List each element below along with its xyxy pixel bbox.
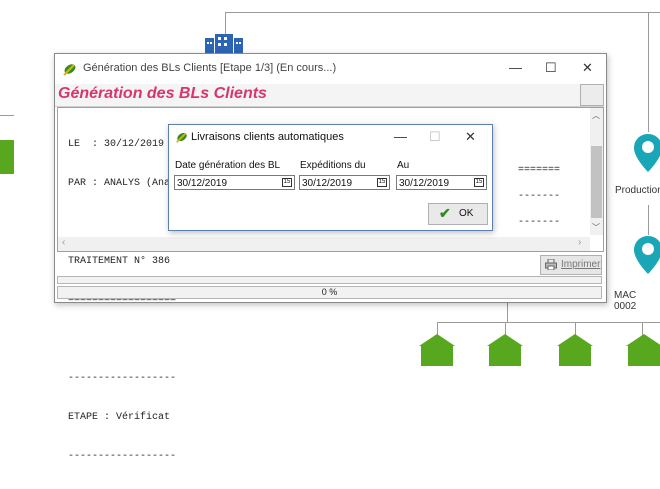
expeditions-du-value: 30/12/2019 xyxy=(302,178,353,189)
checkmark-icon: ✔ xyxy=(439,205,451,221)
log-line: ------------------ xyxy=(68,373,177,384)
main-window-title: Génération des BLs Clients [Etape 1/3] (… xyxy=(83,62,337,74)
horizontal-scrollbar[interactable]: ‹ › xyxy=(58,237,590,251)
date-generation-value: 30/12/2019 xyxy=(177,178,228,189)
ok-label: OK xyxy=(459,208,474,219)
dialog-close-button[interactable]: ✕ xyxy=(465,129,476,145)
connector-line xyxy=(437,322,660,323)
close-button[interactable]: ✕ xyxy=(582,60,593,76)
expeditions-du-field[interactable]: 30/12/2019 15 xyxy=(299,175,390,190)
au-label: Au xyxy=(397,160,410,171)
connector-line xyxy=(0,115,14,116)
calendar-icon[interactable]: 15 xyxy=(474,178,484,187)
app-leaf-icon xyxy=(63,64,76,76)
scroll-down-icon[interactable]: ﹀ xyxy=(592,222,600,233)
livraisons-dialog: Livraisons clients automatiques — ☐ ✕ Da… xyxy=(168,124,493,231)
au-field[interactable]: 30/12/2019 15 xyxy=(396,175,487,190)
connector-line xyxy=(225,12,660,13)
warehouse-icon[interactable] xyxy=(626,334,660,366)
calendar-icon[interactable]: 15 xyxy=(377,178,387,187)
warehouse-icon[interactable] xyxy=(419,334,455,366)
scroll-up-icon[interactable]: ︿ xyxy=(592,110,600,121)
connector-line xyxy=(507,302,508,322)
log-line: ETAPE : Vérificat xyxy=(68,412,171,423)
date-generation-field[interactable]: 30/12/2019 15 xyxy=(174,175,295,190)
dialog-title: Livraisons clients automatiques xyxy=(191,131,344,143)
page-heading: Génération des BLs Clients xyxy=(58,85,267,102)
calendar-icon[interactable]: 15 xyxy=(282,178,292,187)
header-bar: Génération des BLs Clients xyxy=(55,84,604,107)
progress-text: 0 % xyxy=(321,287,338,297)
au-value: 30/12/2019 xyxy=(399,178,450,189)
log-separator: ------- xyxy=(518,191,561,202)
app-leaf-icon xyxy=(176,132,187,143)
scroll-left-icon[interactable]: ‹ xyxy=(62,237,65,248)
production-label: Production xyxy=(615,185,660,196)
secondary-progress-bar xyxy=(57,276,602,284)
location-pin-icon[interactable] xyxy=(634,236,660,274)
log-separator: ------- xyxy=(518,217,561,228)
warehouse-icon[interactable] xyxy=(0,140,14,174)
dialog-minimize-button[interactable]: — xyxy=(394,129,407,144)
log-line: TRAITEMENT N° 386 xyxy=(68,256,171,267)
header-button[interactable] xyxy=(580,84,604,106)
ok-button[interactable]: ✔ OK xyxy=(428,203,488,225)
print-label: Imprimer xyxy=(561,259,601,270)
connector-line xyxy=(648,205,649,235)
log-line: ------------------ xyxy=(68,451,177,462)
dialog-maximize-button[interactable]: ☐ xyxy=(429,129,441,145)
vertical-scrollbar[interactable]: ︿ ﹀ xyxy=(590,108,603,235)
printer-icon xyxy=(545,259,557,270)
main-titlebar[interactable]: Génération des BLs Clients [Etape 1/3] (… xyxy=(55,54,606,84)
location-pin-icon[interactable] xyxy=(634,134,660,172)
maximize-button[interactable]: ☐ xyxy=(545,60,557,76)
expeditions-du-label: Expéditions du xyxy=(300,160,366,171)
dialog-titlebar[interactable]: Livraisons clients automatiques — ☐ ✕ xyxy=(169,125,492,151)
scroll-thumb[interactable] xyxy=(591,146,602,218)
building-icon[interactable] xyxy=(205,34,245,54)
warehouse-icon[interactable] xyxy=(557,334,593,366)
date-generation-label: Date génération des BL xyxy=(175,160,281,171)
warehouse-icon[interactable] xyxy=(487,334,523,366)
connector-line xyxy=(225,12,226,34)
connector-line xyxy=(648,12,649,132)
progress-bar: 0 % xyxy=(57,286,602,299)
mac-label: MAC 0002 xyxy=(614,290,637,312)
log-separator: ======= xyxy=(518,165,561,176)
scroll-right-icon[interactable]: › xyxy=(578,237,581,248)
print-button[interactable]: Imprimer xyxy=(540,255,602,275)
minimize-button[interactable]: — xyxy=(509,60,522,75)
